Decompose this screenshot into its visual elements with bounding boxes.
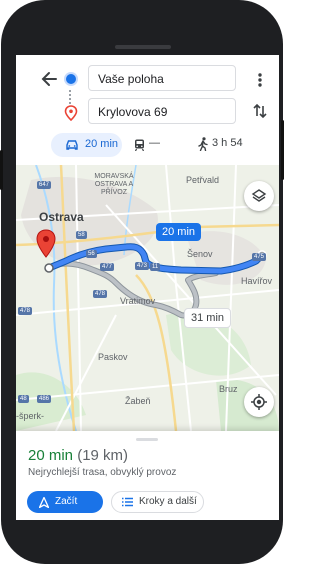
city-label-ostrava: Ostrava (39, 210, 84, 224)
alternate-route-callout[interactable]: 31 min (184, 308, 232, 328)
my-location-button[interactable] (244, 387, 274, 417)
travel-mode-bar: 20 min — 3 h 54 (16, 129, 279, 159)
steps-and-more-button[interactable]: Kroky a další (111, 491, 204, 513)
destination-pin-icon (64, 105, 78, 122)
layers-button[interactable] (244, 181, 274, 211)
city-label-havirov: Havířov (241, 276, 273, 286)
back-arrow-icon[interactable] (38, 68, 60, 90)
route-summary-sheet[interactable]: 20 min (19 km) Nejrychlejší trasa, obvyk… (16, 431, 279, 520)
phone-side-button (281, 120, 284, 180)
road-shield: 473 (135, 262, 150, 270)
route-time: 20 min (28, 447, 74, 464)
road-shield: 478 (18, 307, 33, 315)
layers-icon (251, 189, 267, 202)
phone-side-button (0, 150, 3, 190)
transit-icon[interactable] (134, 139, 145, 151)
phone-frame: Vaše poloha Krylovova 69 20 min — 3 h 54… (0, 0, 284, 564)
sheet-drag-handle[interactable] (136, 438, 158, 441)
list-icon (122, 497, 133, 507)
swap-direction-icon[interactable] (250, 101, 270, 121)
selected-route-callout[interactable]: 20 min (156, 223, 202, 241)
road-shield: 647 (37, 181, 52, 189)
eta-row: 20 min (19 km) (28, 447, 128, 464)
origin-input[interactable]: Vaše poloha (88, 65, 236, 91)
city-label-senov: Šenov (187, 249, 213, 259)
more-options-icon[interactable] (254, 69, 266, 91)
mode-driving[interactable]: 20 min (51, 133, 122, 157)
road-shield: 48 (18, 395, 29, 403)
destination-input[interactable]: Krylovova 69 (88, 98, 236, 124)
walk-time: 3 h 54 (212, 137, 243, 149)
start-label: Začít (55, 496, 78, 507)
city-label-vratimov: Vratimov (120, 296, 156, 306)
route-start-marker (44, 263, 54, 273)
road-shield: 58 (76, 231, 87, 239)
route-connector (69, 90, 73, 104)
transit-time: — (149, 137, 160, 149)
road-shield: 56 (86, 250, 97, 258)
origin-dot-icon (66, 74, 76, 84)
route-distance: (19 km) (77, 447, 129, 464)
city-label-petrvald: Petřvald (186, 175, 220, 185)
city-label-paskov: Paskov (98, 352, 128, 362)
steps-label: Kroky a další (139, 496, 197, 507)
route-description: Nejrychlejší trasa, obvyklý provoz (28, 467, 177, 478)
map-view[interactable]: Ostrava MORAVSKÁ OSTRAVA A PŘÍVOZ Petřva… (16, 165, 279, 431)
maps-screen: Vaše poloha Krylovova 69 20 min — 3 h 54… (16, 55, 279, 520)
road-shield: 486 (37, 395, 52, 403)
city-label-sperk: -šperk- (16, 411, 45, 421)
road-shield: 478 (93, 290, 108, 298)
road-shield: 475 (252, 253, 267, 261)
road-shield: 11 (150, 263, 161, 271)
city-label-bruz: Bruz (219, 384, 238, 394)
road-shield: 477 (100, 263, 115, 271)
district-label: MORAVSKÁ OSTRAVA A PŘÍVOZ (94, 173, 134, 196)
my-location-icon (251, 394, 267, 410)
navigation-arrow-icon (39, 497, 49, 508)
start-navigation-button[interactable]: Začít (27, 491, 103, 513)
city-label-zaben: Žabeň (125, 396, 151, 406)
walking-icon[interactable] (198, 137, 208, 151)
car-icon (66, 140, 78, 150)
car-time: 20 min (85, 138, 119, 150)
directions-header: Vaše poloha Krylovova 69 20 min — 3 h 54 (16, 55, 279, 165)
phone-speaker (115, 45, 171, 49)
